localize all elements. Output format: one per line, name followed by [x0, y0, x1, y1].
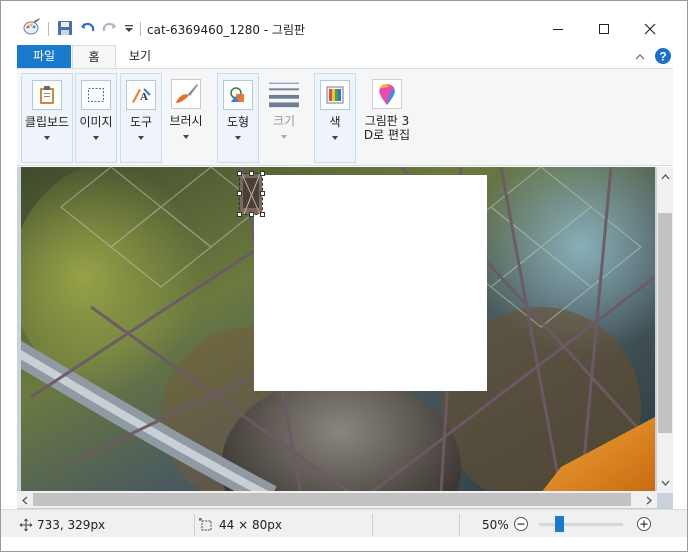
selection-box[interactable] — [237, 171, 265, 217]
chevron-down-icon — [281, 135, 287, 139]
resize-handle-top-right[interactable] — [260, 171, 265, 176]
brush-icon — [171, 79, 201, 109]
chevron-down-icon — [44, 136, 50, 140]
erased-region — [254, 175, 487, 391]
ribbon-label-shapes: 도형 — [226, 115, 250, 129]
save-icon[interactable] — [57, 20, 73, 36]
chevron-down-icon — [332, 136, 338, 140]
ribbon-label-size: 크기 — [272, 114, 296, 128]
paint-window: cat-6369460_1280 - 그림판 파일 홈 보기 ? 클립보드 이미… — [0, 0, 688, 552]
title-bar: cat-6369460_1280 - 그림판 — [1, 1, 687, 37]
ribbon-group-size[interactable]: 크기 — [263, 73, 305, 163]
status-divider — [194, 514, 195, 536]
zoom-out-icon[interactable] — [513, 516, 529, 532]
tab-file[interactable]: 파일 — [17, 45, 71, 68]
select-icon — [81, 80, 111, 110]
scroll-up-arrow[interactable] — [657, 169, 673, 185]
resize-handle-top-left[interactable] — [237, 171, 242, 176]
horizontal-scroll-thumb[interactable] — [33, 493, 631, 506]
clipboard-icon — [32, 80, 62, 110]
selection-size: 44 × 80px — [219, 518, 282, 532]
ribbon-label-clipboard: 클립보드 — [24, 115, 70, 129]
line-size-icon — [269, 79, 299, 109]
chevron-down-icon — [183, 135, 189, 139]
zoom-in-icon[interactable] — [636, 516, 652, 532]
paint-app-icon[interactable] — [23, 18, 41, 36]
ribbon-group-brushes[interactable]: 브러시 — [165, 73, 207, 163]
paint3d-icon — [372, 79, 402, 109]
canvas-area[interactable] — [17, 167, 673, 509]
chevron-down-icon — [235, 136, 241, 140]
scroll-down-arrow[interactable] — [657, 475, 673, 491]
scroll-right-arrow[interactable] — [641, 492, 657, 508]
ribbon-tabs: 파일 홈 보기 ? — [17, 45, 673, 69]
resize-handle-bottom-right[interactable] — [260, 212, 265, 217]
status-divider — [372, 514, 373, 536]
selection-size-icon — [199, 518, 212, 531]
resize-handle-bottom[interactable] — [249, 212, 254, 217]
chevron-down-icon — [93, 136, 99, 140]
ribbon-label-image: 이미지 — [79, 115, 113, 129]
ribbon-label-brushes: 브러시 — [169, 114, 203, 128]
ribbon-group-image[interactable]: 이미지 — [75, 73, 117, 163]
redo-icon[interactable] — [101, 20, 117, 36]
cursor-position-icon — [19, 518, 33, 532]
chevron-left-icon — [22, 496, 28, 504]
resize-handle-bottom-left[interactable] — [237, 212, 242, 217]
ribbon-label-paint3d: 그림판 3 D로 편집 — [363, 114, 411, 142]
resize-handle-top[interactable] — [249, 171, 254, 176]
horizontal-scrollbar[interactable] — [17, 491, 657, 508]
ribbon-panel: 클립보드 이미지 A 도구 브러시 도형 크기 색 그림판 3 D로 편집 — [17, 68, 673, 166]
status-bar: 733, 329px 44 × 80px 50% — [1, 509, 687, 537]
collapse-ribbon-icon[interactable] — [634, 51, 646, 63]
zoom-slider-track[interactable] — [539, 523, 623, 526]
ribbon-group-clipboard[interactable]: 클립보드 — [21, 73, 73, 163]
shapes-icon — [223, 80, 253, 110]
minimize-icon — [553, 29, 563, 30]
toolbar-separator — [140, 22, 141, 36]
zoom-level: 50% — [482, 518, 509, 532]
status-divider — [459, 514, 460, 536]
svg-text:?: ? — [659, 50, 666, 64]
vertical-scroll-thumb[interactable] — [658, 213, 672, 433]
cursor-position: 733, 329px — [37, 518, 106, 532]
customize-quick-access-icon[interactable] — [121, 20, 137, 36]
window-title: cat-6369460_1280 - 그림판 — [147, 23, 306, 37]
chevron-right-icon — [646, 496, 652, 504]
zoom-slider-thumb[interactable] — [555, 516, 564, 532]
maximize-icon — [599, 24, 609, 34]
vertical-scrollbar[interactable] — [657, 167, 673, 493]
edit-with-paint3d-button[interactable]: 그림판 3 D로 편집 — [359, 73, 415, 163]
tools-icon: A — [126, 80, 156, 110]
tab-home[interactable]: 홈 — [72, 45, 116, 69]
chevron-down-icon — [138, 136, 144, 140]
scroll-left-arrow[interactable] — [17, 492, 33, 508]
selection-thumbnail — [240, 174, 262, 214]
chevron-down-icon — [661, 480, 669, 486]
ribbon-group-shapes[interactable]: 도형 — [217, 73, 259, 163]
maximize-button[interactable] — [581, 13, 627, 45]
minimize-button[interactable] — [535, 13, 581, 45]
toolbar-separator — [48, 22, 49, 36]
undo-icon[interactable] — [80, 20, 96, 36]
ribbon-group-colors[interactable]: 색 — [314, 73, 356, 163]
resize-handle-right[interactable] — [260, 191, 265, 196]
help-icon[interactable]: ? — [654, 47, 672, 65]
ribbon-group-tools[interactable]: A 도구 — [120, 73, 162, 163]
tab-view[interactable]: 보기 — [117, 45, 163, 68]
chevron-up-icon — [661, 174, 669, 180]
close-button[interactable] — [627, 13, 673, 45]
colors-icon — [320, 80, 350, 110]
close-icon — [644, 23, 656, 35]
ribbon-label-colors: 색 — [329, 115, 341, 129]
ribbon-label-tools: 도구 — [129, 115, 153, 129]
resize-handle-left[interactable] — [237, 191, 242, 196]
